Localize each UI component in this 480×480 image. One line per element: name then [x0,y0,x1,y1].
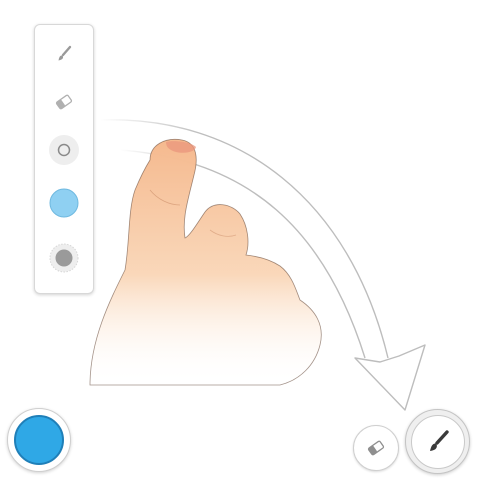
current-color-swatch [14,415,64,465]
brush-icon [429,429,449,451]
tool-palette [34,24,94,294]
brush-icon [58,45,72,61]
color-picker-button[interactable] [7,408,71,472]
curved-arrow-icon [99,119,426,411]
small-size-tool-button[interactable] [49,135,79,165]
color-swatch [49,188,79,218]
eraser-icon [367,440,385,456]
eraser-tool-button[interactable] [49,87,79,117]
brush-button[interactable] [405,409,470,474]
brush-tool-button[interactable] [49,39,79,69]
large-size-tool-button[interactable] [49,243,79,273]
hand-illustration [89,138,322,386]
circle-outline-icon [57,143,71,157]
brush-button-face [410,414,465,469]
color-tool-button[interactable] [49,188,79,218]
eraser-button[interactable] [353,425,399,471]
filled-circle-icon [49,243,79,273]
eraser-icon [55,94,73,110]
